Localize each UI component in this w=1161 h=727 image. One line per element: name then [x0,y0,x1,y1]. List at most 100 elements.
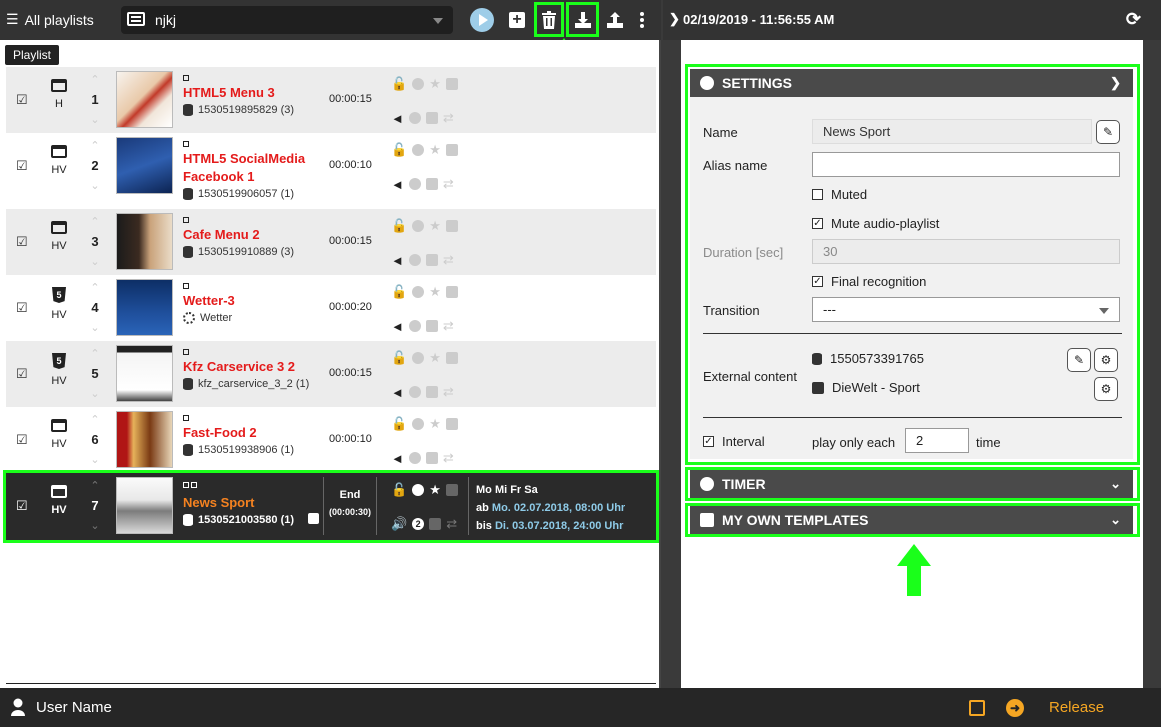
video-icon[interactable] [445,144,458,156]
row-checkbox[interactable]: ☑ [16,92,30,107]
lock-icon[interactable]: 🔓 [391,482,407,498]
star-icon[interactable]: ★ [429,218,441,234]
delete-button[interactable] [534,2,564,37]
speaker-icon[interactable]: ◄ [391,111,404,126]
item-title[interactable]: Kfz Carservice 3 2 [183,358,323,376]
save-icon[interactable] [969,700,985,716]
badge-icon[interactable] [425,386,438,398]
row-checkbox[interactable]: ☑ [16,366,30,381]
move-down-icon[interactable]: ⌄ [86,113,104,127]
volume-badge-icon[interactable] [408,254,421,266]
move-up-icon[interactable]: ⌃ [86,281,104,295]
move-down-icon[interactable]: ⌄ [86,321,104,335]
external-settings-button[interactable]: ⚙ [1094,348,1118,372]
row-checkbox[interactable]: ☑ [16,300,30,315]
speaker-icon[interactable]: ◄ [391,385,404,400]
download-button[interactable] [566,2,599,37]
clock-icon[interactable] [412,286,425,298]
shuffle-icon[interactable]: ⇄ [443,110,454,126]
playlist-row[interactable]: ☑ HV ⌃ 3 ⌄ Cafe Menu 2 1530519910889 (3) 0… [6,209,656,275]
star-icon[interactable]: ★ [429,284,441,300]
lock-icon[interactable]: 🔓 [391,142,407,158]
templates-header[interactable]: MY OWN TEMPLATES ⌄ [690,506,1133,534]
playlist-row[interactable]: ☑ H ⌃ 1 ⌄ HTML5 Menu 3 1530519895829 (3) 0… [6,67,656,133]
mute-audio-checkbox[interactable]: ✓ Mute audio-playlist [812,216,939,231]
clock-icon[interactable] [412,78,425,90]
volume-badge-icon[interactable] [408,112,421,124]
star-icon[interactable]: ★ [429,142,441,158]
lock-icon[interactable]: 🔓 [391,218,407,234]
clock-icon[interactable] [412,418,425,430]
video-icon[interactable] [445,78,458,90]
move-up-icon[interactable]: ⌃ [86,347,104,361]
clock-icon[interactable] [412,352,425,364]
shuffle-icon[interactable]: ⇄ [443,384,454,400]
muted-checkbox[interactable]: Muted [812,187,867,202]
timer-header[interactable]: TIMER ⌄ [690,470,1133,498]
speaker-icon[interactable]: ◄ [391,253,404,268]
clock-icon[interactable] [412,484,425,496]
row-checkbox[interactable]: ☑ [16,234,30,249]
badge-icon[interactable] [425,320,438,332]
star-icon[interactable]: ★ [429,76,441,92]
arrow-right-circle-icon[interactable]: ➜ [1006,699,1024,717]
move-down-icon[interactable]: ⌄ [86,453,104,467]
edit-name-button[interactable]: ✎ [1096,120,1120,144]
move-down-icon[interactable]: ⌄ [86,179,104,193]
move-down-icon[interactable]: ⌄ [86,387,104,401]
alias-field[interactable] [812,152,1120,177]
item-title[interactable]: News Sport [183,494,323,512]
lock-icon[interactable]: 🔓 [391,76,407,92]
shuffle-icon[interactable]: ⇄ [446,516,457,532]
volume-badge-icon[interactable] [408,386,421,398]
more-options-button[interactable] [630,8,654,32]
release-button[interactable]: Release [1049,699,1104,716]
video-icon[interactable] [445,418,458,430]
playlist-select[interactable]: njkj [121,6,453,34]
transition-select[interactable]: --- [812,297,1120,322]
edit-external-button[interactable]: ✎ [1067,348,1091,372]
playlist-row-selected[interactable]: ☑ HV ⌃ 7 ⌄ News Sport 1530521003580 (1) En… [3,470,659,543]
user-name[interactable]: User Name [36,699,112,716]
interval-field[interactable]: 2 [905,428,969,453]
video-icon[interactable] [445,220,458,232]
video-icon[interactable] [445,484,458,496]
refresh-icon[interactable]: ⟳ [1126,9,1141,30]
item-title[interactable]: Cafe Menu 2 [183,226,323,244]
row-checkbox[interactable]: ☑ [16,432,30,447]
move-up-icon[interactable]: ⌃ [86,73,104,87]
badge-icon[interactable] [425,254,438,266]
move-up-icon[interactable]: ⌃ [86,215,104,229]
upload-button[interactable] [603,8,627,32]
shuffle-icon[interactable]: ⇄ [443,176,454,192]
item-title[interactable]: HTML5 Menu 3 [183,84,323,102]
lock-icon[interactable]: 🔓 [391,416,407,432]
volume-badge-icon[interactable] [408,320,421,332]
clock-icon[interactable] [412,220,425,232]
star-icon[interactable]: ★ [429,416,441,432]
name-field[interactable]: News Sport [812,119,1092,144]
interval-checkbox[interactable]: ✓ Interval [703,434,765,449]
playlist-row[interactable]: ☑ HV ⌃ 6 ⌄ Fast-Food 2 1530519938906 (1) 0… [6,407,656,473]
volume-badge-icon[interactable]: 2 [412,518,425,530]
playlist-row[interactable]: ☑ 5 HV ⌃ 5 ⌄ Kfz Carservice 3 2 kfz_carserv… [6,341,656,407]
move-down-icon[interactable]: ⌄ [86,519,104,533]
video-icon[interactable] [445,352,458,364]
badge-icon[interactable] [425,112,438,124]
star-icon[interactable]: ★ [429,350,441,366]
move-down-icon[interactable]: ⌄ [86,255,104,269]
playlist-row[interactable]: ☑ HV ⌃ 2 ⌄ HTML5 SocialMedia Facebook 1 15… [6,133,656,200]
move-up-icon[interactable]: ⌃ [86,413,104,427]
add-item-button[interactable]: + [505,8,529,32]
item-title[interactable]: HTML5 SocialMedia Facebook 1 [183,150,323,186]
badge-icon[interactable] [425,452,438,464]
star-icon[interactable]: ★ [429,482,441,498]
move-up-icon[interactable]: ⌃ [86,479,104,493]
all-playlists-button[interactable]: ☰ All playlists [6,11,94,28]
shuffle-icon[interactable]: ⇄ [443,318,454,334]
speaker-icon[interactable]: ◄ [391,451,404,466]
video-icon[interactable] [445,286,458,298]
playlist-row[interactable]: ☑ 5 HV ⌃ 4 ⌄ Wetter-3 Wetter 00:00:20 🔓 ★ ◄ ⇄ [6,275,656,341]
lock-icon[interactable]: 🔓 [391,350,407,366]
rss-settings-button[interactable]: ⚙ [1094,377,1118,401]
